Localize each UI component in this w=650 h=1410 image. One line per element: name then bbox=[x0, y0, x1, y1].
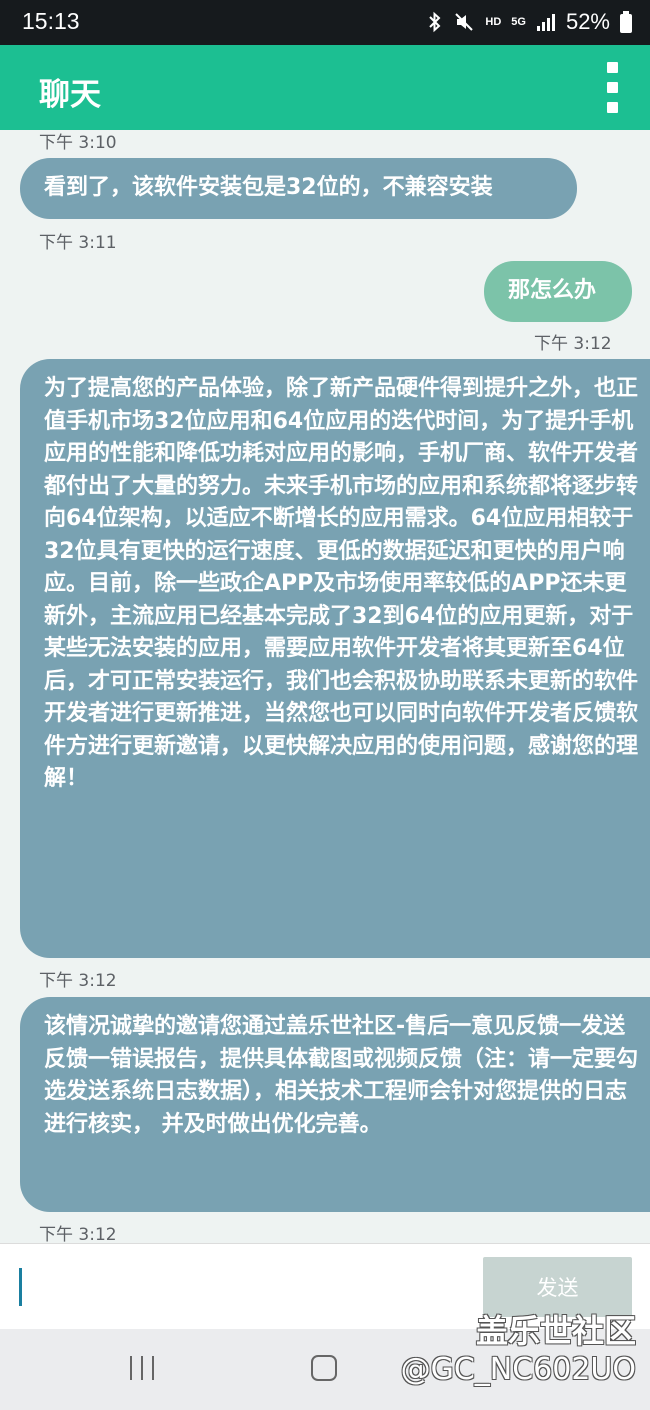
message-time: 下午 3:12 bbox=[39, 971, 117, 991]
battery-icon bbox=[620, 11, 632, 33]
status-time: 15:13 bbox=[22, 8, 80, 34]
battery-percent: 52% bbox=[565, 9, 610, 34]
message-bubble-incoming[interactable]: 看到了，该软件安装包是32位的，不兼容安装 bbox=[20, 158, 577, 219]
status-bar: 15:13 HD 5G 52% bbox=[0, 0, 650, 45]
home-button[interactable] bbox=[311, 1355, 337, 1381]
recents-button[interactable] bbox=[130, 1356, 156, 1380]
hd-indicator: HD bbox=[485, 16, 502, 28]
watermark-title: 盖乐世社区 bbox=[475, 1312, 636, 1350]
more-options-button[interactable] bbox=[598, 62, 628, 114]
menu-dot-icon bbox=[607, 62, 618, 73]
message-bubble-incoming[interactable]: 为了提高您的产品体验，除了新产品硬件得到提升之外，也正值手机市场32位应用和64… bbox=[20, 359, 650, 958]
network-type: 5G bbox=[511, 16, 526, 28]
message-bubble-outgoing[interactable]: 那怎么办 bbox=[484, 261, 632, 322]
message-input[interactable] bbox=[19, 1268, 22, 1306]
message-time: 下午 3:12 bbox=[39, 1225, 117, 1243]
chat-list[interactable]: 下午 3:10 看到了，该软件安装包是32位的，不兼容安装 下午 3:11 那怎… bbox=[0, 130, 650, 1243]
page-title: 聊天 bbox=[39, 77, 101, 113]
bluetooth-icon bbox=[429, 11, 441, 33]
recents-icon bbox=[152, 1356, 154, 1380]
menu-dot-icon bbox=[607, 102, 618, 113]
message-text: 看到了，该软件安装包是32位的，不兼容安装 bbox=[44, 175, 493, 200]
menu-dot-icon bbox=[607, 82, 618, 93]
status-icons: HD 5G 52% bbox=[427, 6, 632, 38]
watermark-handle: @GC_NC602UO bbox=[400, 1352, 636, 1387]
message-text: 为了提高您的产品体验，除了新产品硬件得到提升之外，也正值手机市场32位应用和64… bbox=[44, 376, 639, 791]
recents-icon bbox=[130, 1356, 132, 1380]
signal-icon bbox=[536, 14, 555, 31]
message-text: 该情况诚挚的邀请您通过盖乐世社区-售后一意见反馈一发送反馈一错误报告，提供具体截… bbox=[44, 1014, 639, 1137]
message-bubble-incoming[interactable]: 该情况诚挚的邀请您通过盖乐世社区-售后一意见反馈一发送反馈一错误报告，提供具体截… bbox=[20, 997, 650, 1212]
message-text: 那怎么办 bbox=[508, 278, 597, 303]
recents-icon bbox=[141, 1356, 143, 1380]
mute-icon bbox=[455, 13, 474, 31]
message-time: 下午 3:12 bbox=[534, 334, 612, 354]
message-time: 下午 3:10 bbox=[39, 133, 117, 153]
message-time: 下午 3:11 bbox=[39, 233, 117, 253]
app-bar: 聊天 bbox=[0, 45, 650, 130]
